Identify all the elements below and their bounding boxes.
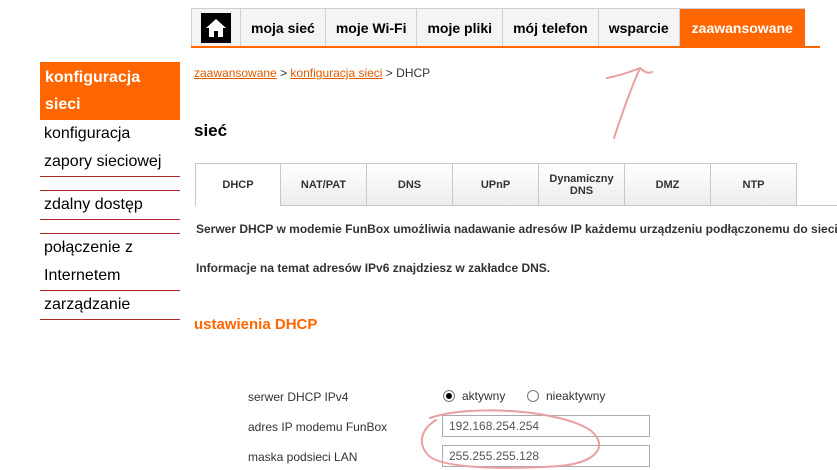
radio-label: nieaktywny <box>546 389 606 403</box>
sidebar-divider <box>40 177 180 191</box>
ip-address-field[interactable] <box>442 415 650 437</box>
subtab-ntp[interactable]: NTP <box>711 163 797 206</box>
radio-unselected-icon <box>527 390 539 402</box>
breadcrumb-separator: > <box>276 66 291 80</box>
dhcp-description: Serwer DHCP w modemie FunBox umożliwia n… <box>196 222 837 236</box>
sidebar-item-konfiguracja-sieci[interactable]: konfiguracja sieci <box>40 62 180 120</box>
radio-label: aktywny <box>462 389 506 403</box>
tab-moje-pliki[interactable]: moje pliki <box>417 9 504 47</box>
subtab-dhcp[interactable]: DHCP <box>195 163 281 206</box>
tab-wsparcie[interactable]: wsparcie <box>598 9 680 47</box>
radio-selected-icon <box>443 390 455 402</box>
subtab-label: DNS <box>569 184 594 197</box>
annotation-arrow-icon <box>606 67 653 139</box>
sidebar-item-label: zdalny dostęp <box>44 196 143 213</box>
subnet-mask-label: maska podsieci LAN <box>248 450 358 464</box>
tab-moja-siec[interactable]: moja sieć <box>241 9 326 47</box>
section-title: ustawienia DHCP <box>194 316 318 333</box>
breadcrumb-current: DHCP <box>396 66 431 80</box>
subnet-mask-field[interactable] <box>442 445 650 467</box>
tab-moj-telefon[interactable]: mój telefon <box>503 9 599 47</box>
subtab-dynamiczny-dns[interactable]: Dynamiczny DNS <box>539 163 625 206</box>
sidebar-item-label: konfiguracja <box>45 69 141 86</box>
sidebar-item-zdalny-dostep[interactable]: zdalny dostęp <box>40 191 180 220</box>
subtab-dns[interactable]: DNS <box>367 163 453 206</box>
home-icon <box>201 13 231 43</box>
dhcp-server-label: serwer DHCP IPv4 <box>248 390 349 404</box>
sidebar-item-label: zapory sieciowej <box>44 153 162 170</box>
top-navigation: moja sieć moje Wi-Fi moje pliki mój tele… <box>191 8 805 47</box>
subtab-dmz[interactable]: DMZ <box>625 163 711 206</box>
topnav-underline <box>191 46 820 48</box>
sidebar-item-konfiguracja-zapory[interactable]: konfiguracja zapory sieciowej <box>40 120 180 177</box>
sidebar-divider <box>40 220 180 234</box>
subtab-upnp[interactable]: UPnP <box>453 163 539 206</box>
breadcrumb-link-zaawansowane[interactable]: zaawansowane <box>194 66 277 80</box>
sidebar-item-label: Internetem <box>44 267 121 284</box>
sidebar-item-label: konfiguracja <box>44 125 131 142</box>
page-title: sieć <box>194 121 228 140</box>
radio-nieaktywny[interactable]: nieaktywny <box>527 389 605 403</box>
subtabs-baseline <box>281 205 837 206</box>
ipv6-info: Informacje na temat adresów IPv6 znajdzi… <box>196 261 551 275</box>
subtabs: DHCP NAT/PAT DNS UPnP Dynamiczny DNS DMZ… <box>195 163 797 206</box>
sidebar-item-zarzadzanie[interactable]: zarządzanie <box>40 291 180 320</box>
ip-address-label: adres IP modemu FunBox <box>248 420 388 434</box>
radio-aktywny[interactable]: aktywny <box>443 389 505 403</box>
tab-zaawansowane[interactable]: zaawansowane <box>679 9 805 47</box>
sidebar-item-label: zarządzanie <box>44 296 131 313</box>
sidebar-item-label: sieci <box>45 96 81 113</box>
subtab-label: Dynamiczny <box>549 172 614 185</box>
sidebar: konfiguracja sieci konfiguracja zapory s… <box>40 62 180 320</box>
breadcrumb: zaawansowane > konfiguracja sieci > DHCP <box>194 66 430 80</box>
sidebar-item-label: połączenie z <box>44 239 133 256</box>
breadcrumb-separator: > <box>382 66 397 80</box>
breadcrumb-link-konfiguracja-sieci[interactable]: konfiguracja sieci <box>290 66 382 80</box>
subtab-nat-pat[interactable]: NAT/PAT <box>281 163 367 206</box>
tab-moje-wifi[interactable]: moje Wi-Fi <box>325 9 418 47</box>
home-button[interactable] <box>192 9 241 47</box>
sidebar-item-polaczenie-z-internetem[interactable]: połączenie z Internetem <box>40 234 180 291</box>
